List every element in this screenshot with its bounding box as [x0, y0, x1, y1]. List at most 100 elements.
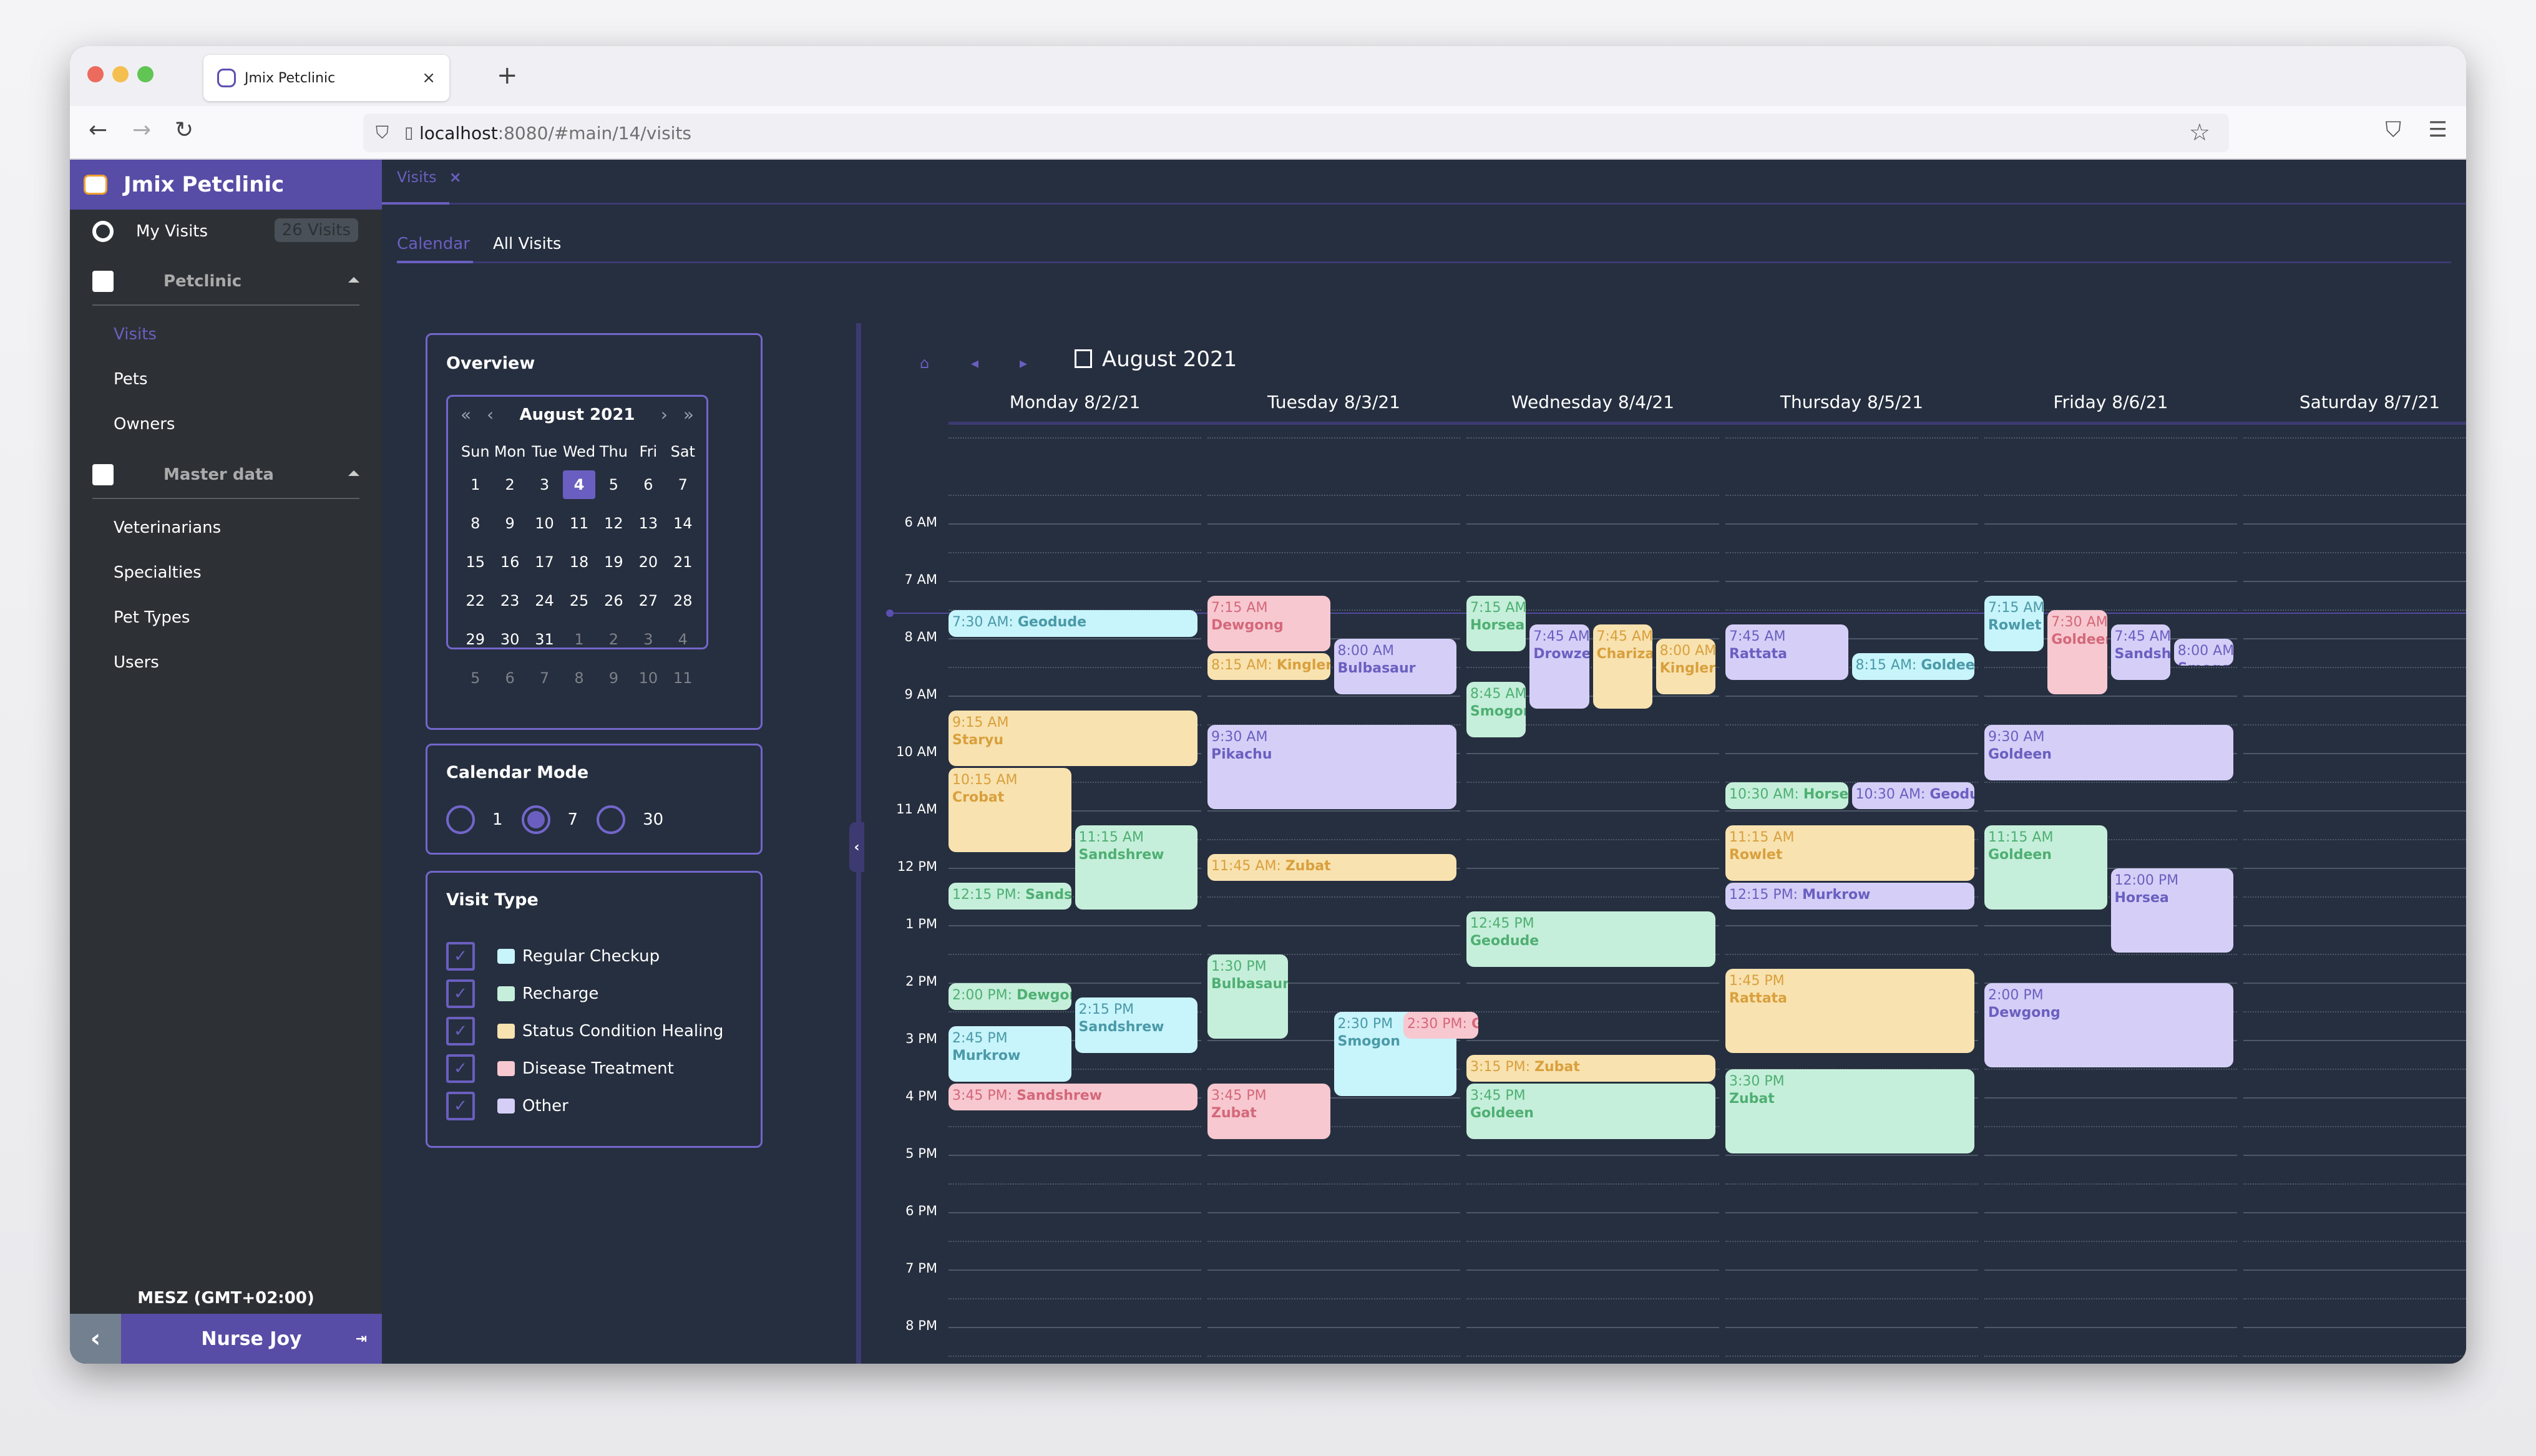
- visit-event[interactable]: 2:15 PM Sandshrew: [1075, 997, 1197, 1053]
- logout-icon[interactable]: ⇥: [356, 1331, 367, 1347]
- visit-event[interactable]: 1:30 PM Bulbasaur: [1207, 954, 1288, 1039]
- mini-calendar-day[interactable]: 21: [666, 543, 700, 581]
- visit-event[interactable]: 7:15 AM Rowlet: [1984, 596, 2044, 651]
- reload-icon[interactable]: ↻: [175, 117, 193, 143]
- sidebar-item-specialties[interactable]: Specialties: [70, 550, 382, 595]
- new-tab-button[interactable]: +: [497, 61, 518, 90]
- user-menu[interactable]: Nurse Joy ⇥: [121, 1314, 382, 1364]
- visit-event[interactable]: 10:30 AM: Horsea: [1725, 782, 1848, 809]
- next-month-button[interactable]: ›: [661, 404, 668, 425]
- mini-calendar-day[interactable]: 31: [527, 620, 562, 659]
- visit-event[interactable]: 12:45 PM Geodude: [1466, 911, 1715, 967]
- mini-calendar-day[interactable]: 30: [492, 620, 527, 659]
- mini-calendar-day[interactable]: 8: [458, 504, 492, 543]
- browser-tab[interactable]: Jmix Petclinic ×: [203, 55, 449, 101]
- forward-arrow-icon[interactable]: →: [132, 117, 151, 143]
- visit-event[interactable]: 10:15 AM Crobat: [949, 768, 1071, 852]
- visit-event[interactable]: 2:00 PM Dewgong: [1984, 983, 2233, 1067]
- visit-event[interactable]: 3:45 PM: Sandshrew: [949, 1084, 1197, 1110]
- home-icon[interactable]: ⌂: [920, 354, 929, 372]
- minimize-window-button[interactable]: [112, 66, 129, 82]
- close-window-button[interactable]: [87, 66, 104, 82]
- visit-event[interactable]: 7:15 AM Horsea: [1466, 596, 1526, 651]
- mini-calendar-day[interactable]: 5: [597, 465, 631, 504]
- mini-calendar-day[interactable]: 14: [666, 504, 700, 543]
- sidebar-item-pet-types[interactable]: Pet Types: [70, 595, 382, 640]
- calendar-mode-radio-7[interactable]: [521, 805, 550, 834]
- sidebar-group-master-data[interactable]: Master data: [92, 452, 359, 499]
- visit-event[interactable]: 8:00 AM Kingler: [1656, 639, 1715, 694]
- maximize-window-button[interactable]: [137, 66, 154, 82]
- mini-calendar-day[interactable]: 11: [666, 659, 700, 697]
- mini-calendar-day[interactable]: 10: [527, 504, 562, 543]
- mini-calendar-day[interactable]: 22: [458, 581, 492, 620]
- visit-event[interactable]: 7:30 AM: Geodude: [949, 610, 1197, 637]
- visit-event[interactable]: 1:45 PM Rattata: [1725, 969, 1974, 1053]
- visit-event[interactable]: 8:45 AM Smogon: [1466, 682, 1526, 737]
- visit-event[interactable]: 12:00 PM Horsea: [2110, 868, 2233, 953]
- visit-type-checkbox[interactable]: ✓: [446, 979, 475, 1008]
- menu-icon[interactable]: ☰: [2429, 117, 2447, 142]
- sidebar-item-visits[interactable]: Visits: [70, 312, 382, 357]
- visit-event[interactable]: 11:15 AM Sandshrew: [1075, 825, 1197, 910]
- visit-event[interactable]: 8:00 AM Smogon: [2173, 639, 2233, 666]
- visit-type-checkbox[interactable]: ✓: [446, 1054, 475, 1083]
- day-column-header[interactable]: Monday 8/2/21: [949, 392, 1201, 412]
- visit-event[interactable]: 9:30 AM Pikachu: [1207, 725, 1456, 809]
- mini-calendar-day[interactable]: 16: [492, 543, 527, 581]
- mini-calendar-day[interactable]: 15: [458, 543, 492, 581]
- back-arrow-icon[interactable]: ←: [89, 117, 107, 143]
- next-year-button[interactable]: »: [683, 404, 694, 425]
- collapse-sidebar-button[interactable]: ‹: [70, 1314, 121, 1364]
- mini-calendar-day[interactable]: 6: [492, 659, 527, 697]
- mini-calendar-day[interactable]: 25: [562, 581, 596, 620]
- visit-type-checkbox[interactable]: ✓: [446, 1017, 475, 1046]
- mini-calendar-day[interactable]: 3: [527, 465, 562, 504]
- mini-calendar-day[interactable]: 3: [631, 620, 665, 659]
- day-column-header[interactable]: Friday 8/6/21: [1984, 392, 2237, 412]
- visit-event[interactable]: 8:00 AM Bulbasaur: [1334, 639, 1456, 694]
- visit-event[interactable]: 2:00 PM: Dewgong: [949, 983, 1071, 1010]
- mini-calendar-day[interactable]: 12: [597, 504, 631, 543]
- mini-calendar-day-selected[interactable]: 4: [562, 465, 596, 504]
- visit-event[interactable]: 11:15 AM Goldeen: [1984, 825, 2107, 910]
- mini-calendar-day[interactable]: 26: [597, 581, 631, 620]
- mini-calendar-day[interactable]: 7: [527, 659, 562, 697]
- visit-type-checkbox[interactable]: ✓: [446, 942, 475, 971]
- visit-event[interactable]: 11:45 AM: Zubat: [1207, 854, 1456, 881]
- mini-calendar-day[interactable]: 4: [666, 620, 700, 659]
- tab-visits[interactable]: Visits ×: [397, 168, 462, 186]
- mini-calendar-day[interactable]: 1: [458, 465, 492, 504]
- mini-calendar-day[interactable]: 17: [527, 543, 562, 581]
- visit-event[interactable]: 2:30 PM: Goldeen: [1403, 1012, 1479, 1039]
- visit-event[interactable]: 9:30 AM Goldeen: [1984, 725, 2233, 780]
- day-column-header[interactable]: Wednesday 8/4/21: [1466, 392, 1719, 412]
- mini-calendar-day[interactable]: 6: [631, 465, 665, 504]
- calendar-mode-radio-1[interactable]: [446, 805, 475, 834]
- mini-calendar-day[interactable]: 23: [492, 581, 527, 620]
- visit-event[interactable]: 8:15 AM: Kingler: [1207, 653, 1330, 680]
- sidebar-item-my-visits[interactable]: My Visits 26 Visits: [70, 210, 382, 253]
- close-tab-icon[interactable]: ×: [422, 69, 436, 87]
- mini-calendar-day[interactable]: 18: [562, 543, 596, 581]
- calendar-mode-radio-30[interactable]: [597, 805, 626, 834]
- mini-calendar-day[interactable]: 28: [666, 581, 700, 620]
- prev-week-button[interactable]: ◂: [971, 354, 978, 372]
- day-column-header[interactable]: Tuesday 8/3/21: [1207, 392, 1460, 412]
- visit-event[interactable]: 11:15 AM Rowlet: [1725, 825, 1974, 881]
- mini-calendar-day[interactable]: 29: [458, 620, 492, 659]
- visit-event[interactable]: 7:45 AM Charizard: [1592, 624, 1652, 709]
- sidebar-item-users[interactable]: Users: [70, 640, 382, 685]
- mini-calendar-day[interactable]: 13: [631, 504, 665, 543]
- visit-event[interactable]: 7:45 AM Drowzee: [1529, 624, 1589, 709]
- visit-event[interactable]: 12:15 PM: Murkrow: [1725, 883, 1974, 910]
- pocket-icon[interactable]: ⛉: [2386, 117, 2402, 142]
- url-bar[interactable]: ⛉ ▯ localhost:8080/#main/14/visits ☆: [363, 114, 2229, 152]
- mini-calendar-day[interactable]: 8: [562, 659, 596, 697]
- visit-type-checkbox[interactable]: ✓: [446, 1092, 475, 1120]
- next-week-button[interactable]: ▸: [1020, 354, 1027, 372]
- mini-calendar-day[interactable]: 9: [492, 504, 527, 543]
- visit-event[interactable]: 3:15 PM: Zubat: [1466, 1055, 1715, 1082]
- tab-calendar[interactable]: Calendar: [397, 235, 470, 253]
- mini-calendar-day[interactable]: 24: [527, 581, 562, 620]
